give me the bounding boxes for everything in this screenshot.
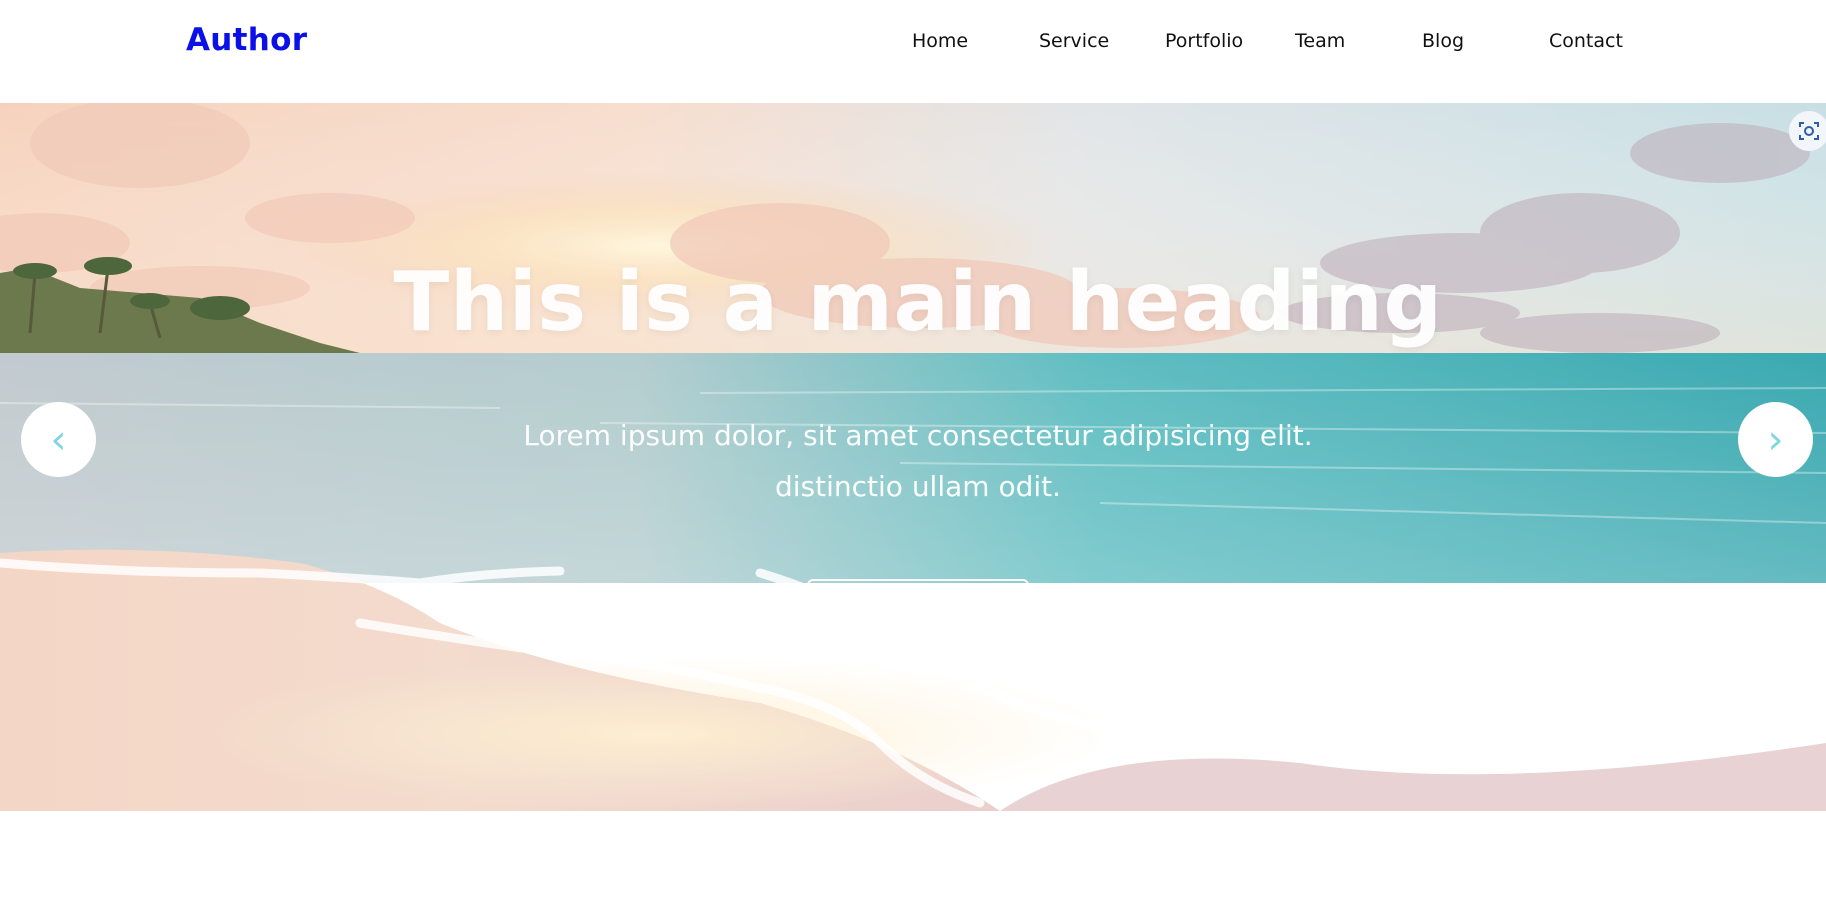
- chevron-left-icon: ‹: [50, 416, 67, 463]
- hero-subtitle-line-1: Lorem ipsum dolor, sit amet consectetur …: [523, 419, 1313, 452]
- slider-next-button[interactable]: ›: [1738, 402, 1813, 477]
- learn-more-button[interactable]: Learn More: [807, 579, 1029, 663]
- nav-team[interactable]: Team: [1295, 30, 1345, 52]
- visual-search-button[interactable]: [1789, 111, 1826, 151]
- chevron-right-icon: ›: [1767, 416, 1784, 463]
- nav-contact[interactable]: Contact: [1549, 30, 1623, 52]
- hero-slider: This is a main heading Lorem ipsum dolor…: [0, 103, 1826, 811]
- nav-blog[interactable]: Blog: [1422, 30, 1464, 52]
- lens-icon: [1799, 122, 1819, 140]
- nav-home[interactable]: Home: [912, 30, 968, 52]
- nav-service[interactable]: Service: [1039, 30, 1109, 52]
- hero-subtitle: Lorem ipsum dolor, sit amet consectetur …: [0, 410, 1826, 512]
- site-header: Author Home Service Portfolio Team Blog …: [0, 0, 1826, 103]
- main-nav: Home Service Portfolio Team Blog Contact: [0, 30, 1826, 60]
- hero-subtitle-line-2: distinctio ullam odit.: [774, 470, 1062, 503]
- hero-heading: This is a main heading: [393, 255, 1443, 350]
- slider-prev-button[interactable]: ‹: [21, 402, 96, 477]
- nav-portfolio[interactable]: Portfolio: [1165, 30, 1243, 52]
